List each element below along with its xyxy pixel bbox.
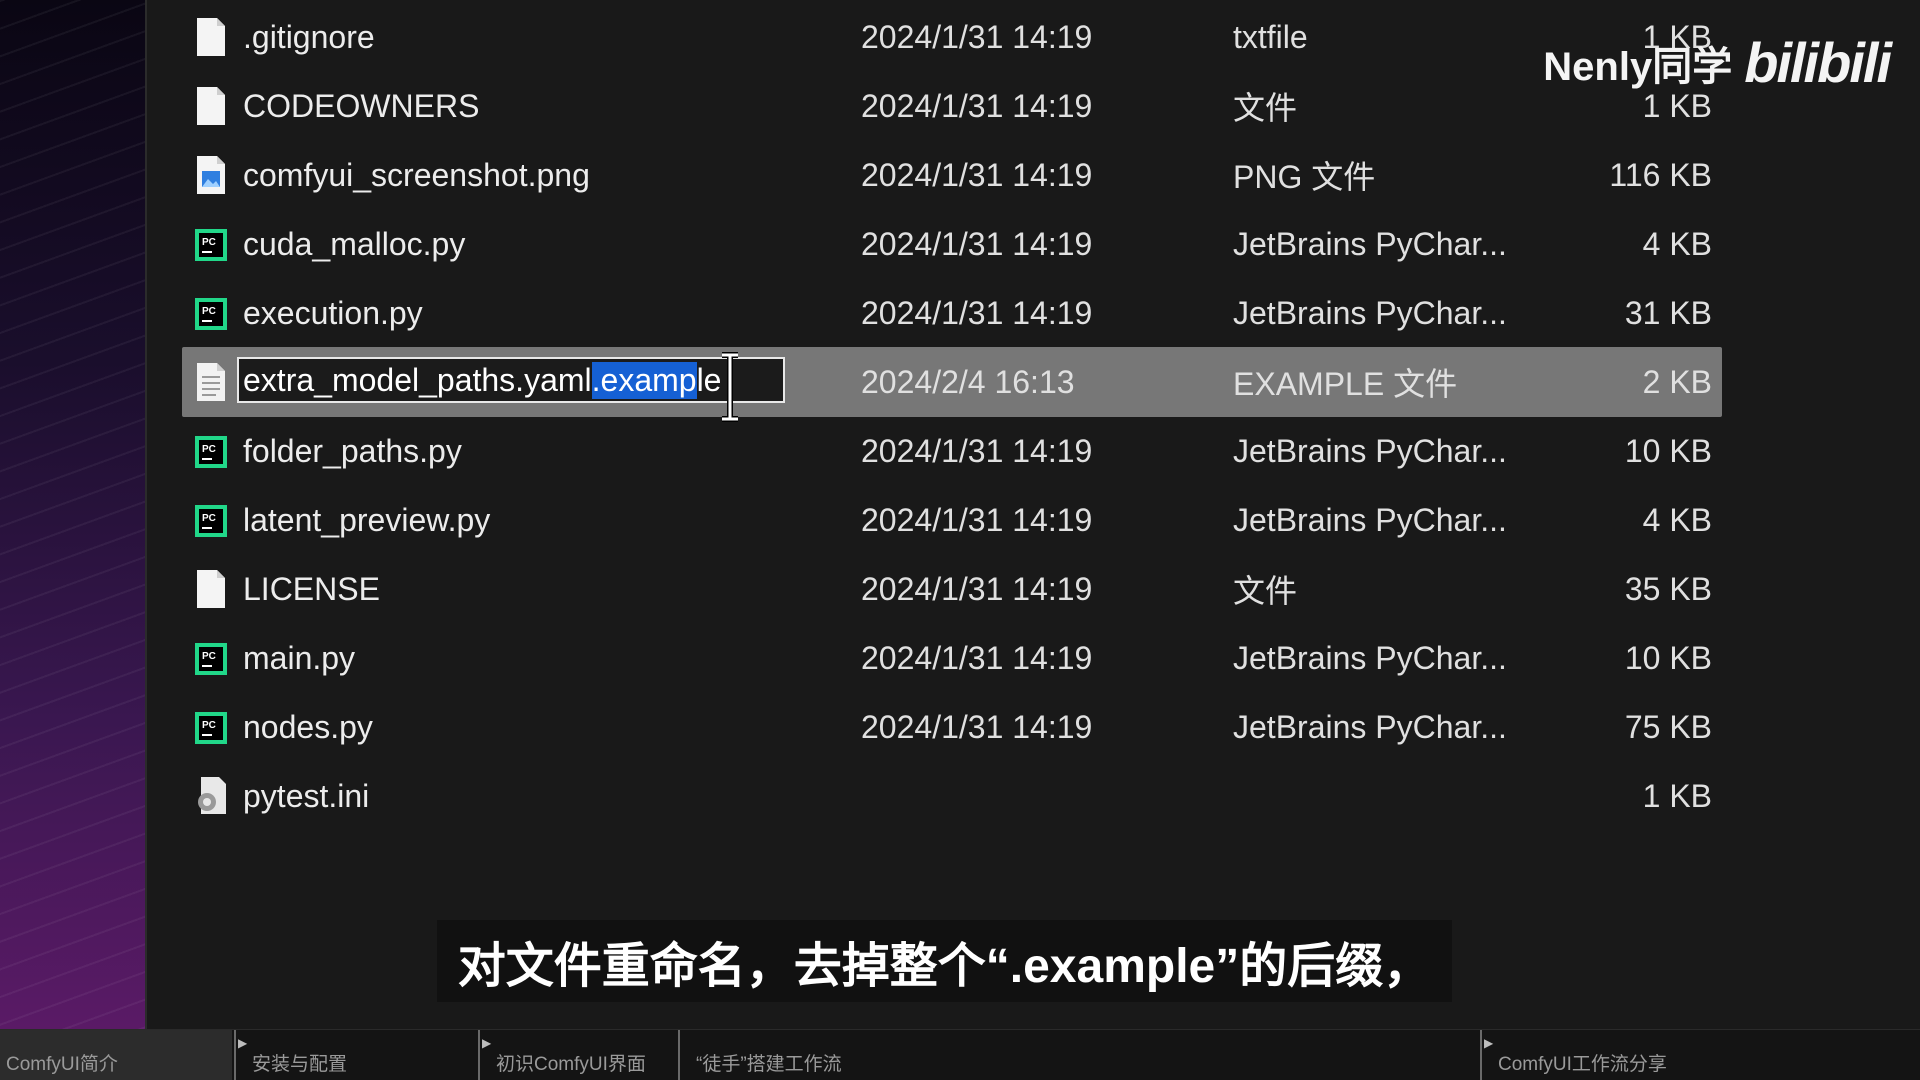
- svg-text:PC: PC: [202, 720, 216, 731]
- chapter-label: 初识ComfyUI界面: [496, 1054, 646, 1075]
- svg-text:PC: PC: [202, 306, 216, 317]
- file-name: nodes.py: [243, 708, 373, 745]
- pycharm-file-icon: PC: [194, 500, 228, 540]
- file-date: 2024/1/31 14:19: [861, 18, 1093, 55]
- chapter-marker-icon: ▶: [238, 1036, 248, 1050]
- file-type: JetBrains PyChar...: [1233, 432, 1507, 469]
- chapter-label: ComfyUI简介: [6, 1054, 118, 1075]
- chapter-bar: ComfyUI简介 ▶ 安装与配置 ▶ 初识ComfyUI界面 “徒手”搭建工作…: [0, 1029, 1920, 1080]
- file-size: 2 KB: [1642, 363, 1712, 400]
- pycharm-file-icon: PC: [194, 224, 228, 264]
- file-name: latent_preview.py: [243, 501, 491, 538]
- file-row[interactable]: LICENSE 2024/1/31 14:19 文件 35 KB: [182, 554, 1722, 624]
- file-list: .gitignore 2024/1/31 14:19 txtfile 1 KB CODE…: [182, 0, 1722, 1030]
- svg-text:PC: PC: [202, 444, 216, 455]
- file-type: JetBrains PyChar...: [1233, 708, 1507, 745]
- chapter-label: 安装与配置: [252, 1054, 348, 1075]
- file-date: 2024/1/31 14:19: [861, 87, 1093, 124]
- svg-text:PC: PC: [202, 237, 216, 248]
- text-file-icon: [194, 362, 228, 402]
- file-type: EXAMPLE 文件: [1233, 366, 1458, 402]
- desktop-background-strip: [0, 0, 147, 1030]
- file-size: 1 KB: [1642, 777, 1712, 814]
- chapter-marker-icon: ▶: [1484, 1036, 1494, 1050]
- file-date: 2024/1/31 14:19: [861, 432, 1093, 469]
- file-type: JetBrains PyChar...: [1233, 501, 1507, 538]
- file-type: JetBrains PyChar...: [1233, 639, 1507, 676]
- bilibili-logo: bilibili: [1744, 31, 1892, 94]
- file-row[interactable]: PC main.py 2024/1/31 14:19 JetBrains PyChar…: [182, 623, 1722, 693]
- chapter-label: “徒手”搭建工作流: [696, 1054, 842, 1075]
- file-row[interactable]: pytest.ini 1 KB: [182, 761, 1722, 831]
- file-size: 116 KB: [1609, 156, 1712, 193]
- file-name: main.py: [243, 639, 356, 676]
- video-subtitle: 对文件重命名，去掉整个“.example”的后缀，: [437, 920, 1452, 1002]
- svg-text:PC: PC: [202, 513, 216, 524]
- pycharm-file-icon: PC: [194, 431, 228, 471]
- file-name: pytest.ini: [243, 777, 370, 814]
- blank-file-icon: [194, 569, 228, 609]
- file-type: 文件: [1233, 573, 1298, 609]
- file-type: 文件: [1233, 90, 1298, 126]
- pycharm-file-icon: PC: [194, 293, 228, 333]
- file-date: 2024/1/31 14:19: [861, 156, 1093, 193]
- file-date: 2024/1/31 14:19: [861, 708, 1093, 745]
- text-cursor-icon: [720, 351, 740, 423]
- file-row[interactable]: PC nodes.py 2024/1/31 14:19 JetBrains PyCha…: [182, 692, 1722, 762]
- file-type: JetBrains PyChar...: [1233, 225, 1507, 262]
- blank-file-icon: [194, 86, 228, 126]
- chapter-item[interactable]: ▶ 初识ComfyUI界面: [478, 1030, 674, 1080]
- file-name: execution.py: [243, 294, 423, 331]
- chapter-marker-icon: ▶: [482, 1036, 492, 1050]
- chapter-item[interactable]: ▶ ComfyUI工作流分享: [1480, 1030, 1920, 1080]
- file-row[interactable]: PC latent_preview.py 2024/1/31 14:19 JetBra…: [182, 485, 1722, 555]
- rename-selected-text: .examp: [591, 361, 697, 399]
- file-row[interactable]: PC cuda_malloc.py 2024/1/31 14:19 JetBrains…: [182, 209, 1722, 279]
- file-row[interactable]: comfyui_screenshot.png 2024/1/31 14:19 PNG…: [182, 140, 1722, 210]
- file-date: 2024/1/31 14:19: [861, 501, 1093, 538]
- blank-file-icon: [194, 17, 228, 57]
- rename-text-prefix: extra_model_paths.yaml: [243, 361, 592, 398]
- file-size: 35 KB: [1624, 570, 1712, 607]
- chapter-item[interactable]: ▶ 安装与配置: [234, 1030, 462, 1080]
- rename-text-suffix: le: [696, 361, 722, 398]
- file-name: cuda_malloc.py: [243, 225, 466, 262]
- file-name: folder_paths.py: [243, 432, 462, 469]
- image-file-icon: [194, 155, 228, 195]
- file-size: 4 KB: [1642, 225, 1712, 262]
- chapter-item[interactable]: ComfyUI简介: [0, 1030, 232, 1080]
- svg-text:PC: PC: [202, 651, 216, 662]
- file-size: 31 KB: [1624, 294, 1712, 331]
- file-size: 10 KB: [1624, 432, 1712, 469]
- settings-file-icon: [194, 776, 228, 816]
- file-row[interactable]: PC folder_paths.py 2024/1/31 14:19 JetBrain…: [182, 416, 1722, 486]
- file-date: 2024/1/31 14:19: [861, 225, 1093, 262]
- chapter-label: ComfyUI工作流分享: [1498, 1054, 1667, 1075]
- file-type: PNG 文件: [1233, 159, 1376, 195]
- file-row[interactable]: PC execution.py 2024/1/31 14:19 JetBrains P…: [182, 278, 1722, 348]
- file-date: 2024/2/4 16:13: [861, 363, 1075, 400]
- file-row[interactable]: .gitignore 2024/1/31 14:19 txtfile 1 KB: [182, 2, 1722, 72]
- file-date: 2024/1/31 14:19: [861, 294, 1093, 331]
- file-name: LICENSE: [243, 570, 380, 607]
- pycharm-file-icon: PC: [194, 638, 228, 678]
- chapter-item[interactable]: “徒手”搭建工作流: [678, 1030, 1478, 1080]
- video-watermark: Nenly同学 bilibili: [1543, 30, 1892, 95]
- file-name: CODEOWNERS: [243, 87, 480, 124]
- file-size: 10 KB: [1624, 639, 1712, 676]
- file-name: .gitignore: [243, 18, 375, 55]
- file-row[interactable]: CODEOWNERS 2024/1/31 14:19 文件 1 KB: [182, 71, 1722, 141]
- file-size: 4 KB: [1642, 501, 1712, 538]
- pycharm-file-icon: PC: [194, 707, 228, 747]
- file-name: comfyui_screenshot.png: [243, 156, 590, 193]
- file-date: 2024/1/31 14:19: [861, 570, 1093, 607]
- file-row[interactable]: extra_model_paths.yaml .examp le 2024/2/4 1…: [182, 347, 1722, 422]
- file-size: 75 KB: [1624, 708, 1712, 745]
- file-type: txtfile: [1233, 18, 1308, 55]
- file-type: JetBrains PyChar...: [1233, 294, 1507, 331]
- watermark-author: Nenly同学: [1543, 44, 1733, 89]
- rename-input[interactable]: extra_model_paths.yaml .examp le: [237, 357, 785, 403]
- file-date: 2024/1/31 14:19: [861, 639, 1093, 676]
